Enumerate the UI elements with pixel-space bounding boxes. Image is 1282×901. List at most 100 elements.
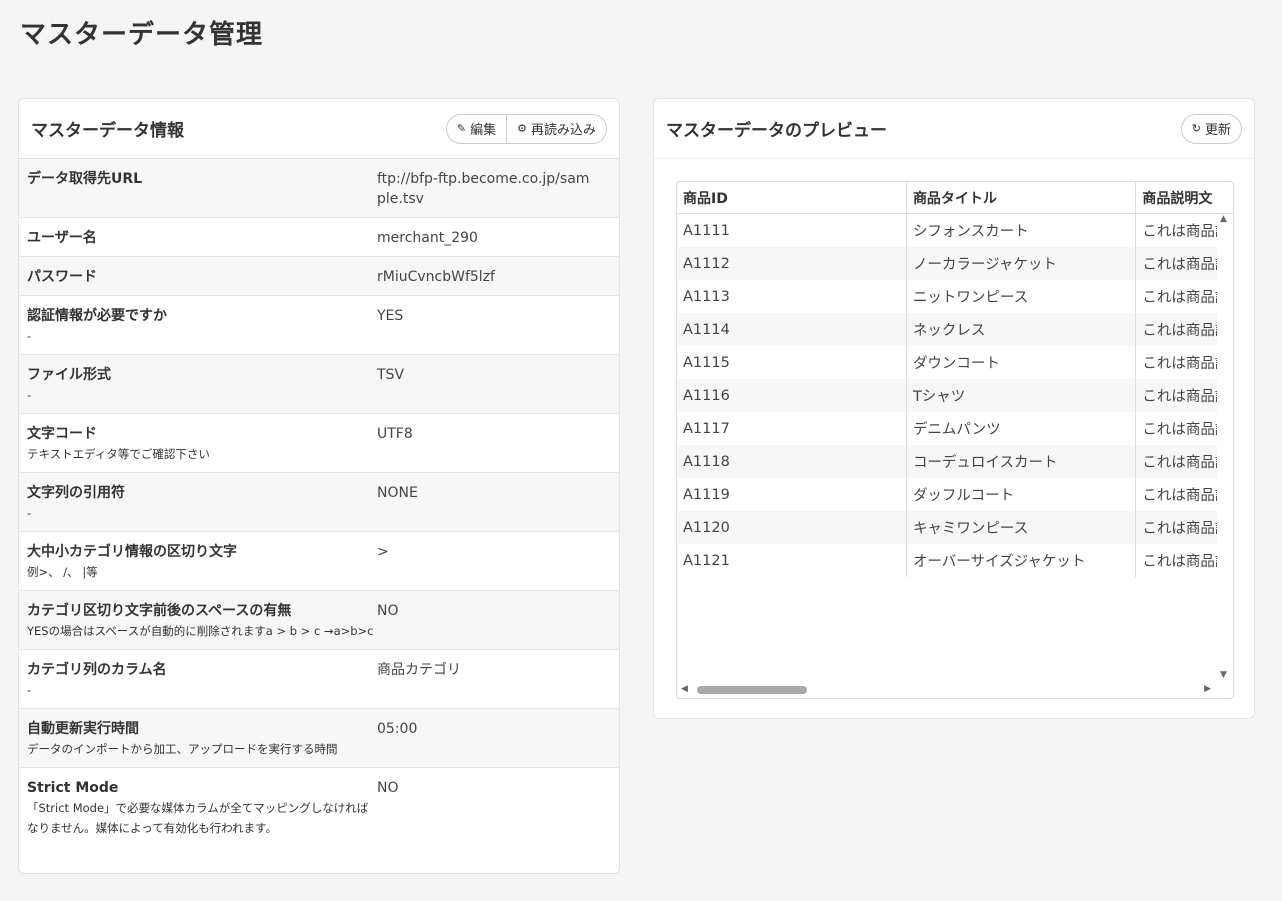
column-header[interactable]: 商品タイトル	[906, 182, 1137, 214]
info-key: 認証情報が必要ですか -	[27, 306, 377, 346]
info-row: カテゴリ区切り文字前後のスペースの有無 YESの場合はスペースが自動的に削除されま…	[19, 591, 619, 650]
info-value: ftp://bfp-ftp.become.co.jp/sample.tsv	[377, 171, 590, 207]
info-key: カテゴリ区切り文字前後のスペースの有無 YESの場合はスペースが自動的に削除されま…	[27, 601, 377, 641]
info-value: NO	[377, 780, 399, 796]
scroll-down-icon[interactable]: ▼	[1220, 670, 1227, 680]
info-value: UTF8	[377, 426, 413, 442]
table-cell: A1113	[677, 280, 907, 313]
edit-button[interactable]: ✎ 編集	[445, 113, 507, 144]
info-note: YESの場合はスペースが自動的に削除されますa > b > c →a>b>c	[27, 624, 374, 638]
edit-icon: ✎	[456, 122, 467, 135]
info-row: 認証情報が必要ですか - YES	[19, 296, 619, 355]
gear-icon: ⚙	[517, 122, 527, 135]
refresh-button-label: 更新	[1204, 123, 1231, 138]
info-key: データ取得先URL	[27, 169, 377, 209]
table-cell: A1114	[677, 313, 907, 346]
table-cell: コーデュロイスカート	[906, 445, 1137, 478]
table-row: A1111シフォンスカートこれは商品説明文です	[677, 213, 1233, 247]
info-button-group: ✎ 編集 ⚙ 再読み込み	[445, 113, 607, 144]
preview-panel-title: マスターデータのプレビュー	[666, 121, 887, 141]
table-cell: ダウンコート	[906, 346, 1137, 379]
table-cell: Tシャツ	[906, 379, 1137, 412]
edit-button-label: 編集	[470, 123, 497, 138]
info-value: NO	[377, 603, 399, 619]
info-label: データ取得先URL	[27, 171, 143, 187]
table-row: A1120キャミワンピースこれは商品説明文です	[677, 511, 1233, 544]
info-note: -	[27, 683, 32, 697]
info-list: データ取得先URL ftp://bfp-ftp.become.co.jp/samp…	[19, 159, 619, 846]
table-cell: キャミワンピース	[906, 511, 1137, 544]
scroll-right-icon[interactable]: ▶	[1204, 684, 1211, 694]
info-value: NONE	[377, 485, 418, 501]
column-header[interactable]: 商品説明文	[1135, 182, 1233, 214]
info-row: 自動更新実行時間 データのインポートから加工、アップロードを実行する時間 05:00	[19, 709, 619, 768]
info-note: 「Strict Mode」で必要な媒体カラムが全てマッピングしなければなりません…	[27, 801, 369, 835]
table-cell: A1116	[677, 379, 907, 412]
refresh-button[interactable]: ↻ 更新	[1180, 113, 1242, 144]
info-label: ファイル形式	[27, 367, 111, 383]
info-panel-title: マスターデータ情報	[31, 121, 184, 141]
info-label: 大中小カテゴリ情報の区切り文字	[27, 544, 237, 560]
scroll-left-icon[interactable]: ◀	[681, 684, 688, 694]
info-note: -	[27, 388, 32, 402]
scroll-up-icon[interactable]: ▲	[1220, 214, 1227, 224]
info-row: ユーザー名 merchant_290	[19, 218, 619, 257]
page-title: マスターデータ管理	[20, 20, 264, 50]
table-row: A1115ダウンコートこれは商品説明文です	[677, 346, 1233, 379]
preview-table-container[interactable]: 商品ID商品タイトル商品説明文 A1111シフォンスカートこれは商品説明文ですA…	[676, 181, 1234, 699]
info-row: 文字コード テキストエディタ等でご確認下さい UTF8	[19, 414, 619, 473]
info-label: 認証情報が必要ですか	[27, 308, 167, 324]
info-key: 大中小カテゴリ情報の区切り文字 例>、 /、 |等	[27, 542, 377, 582]
info-key: 文字列の引用符 -	[27, 483, 377, 523]
info-key: ファイル形式 -	[27, 365, 377, 405]
info-row: ファイル形式 - TSV	[19, 355, 619, 414]
info-label: パスワード	[27, 269, 97, 285]
info-row: 大中小カテゴリ情報の区切り文字 例>、 /、 |等 >	[19, 532, 619, 591]
info-label: カテゴリ区切り文字前後のスペースの有無	[27, 603, 292, 619]
info-label: カテゴリ列のカラム名	[27, 662, 167, 678]
horizontal-scrollbar[interactable]: ◀ ▶	[677, 682, 1231, 698]
horizontal-scroll-thumb[interactable]	[697, 686, 807, 694]
table-row: A1113ニットワンピースこれは商品説明文です	[677, 280, 1233, 313]
info-label: 文字列の引用符	[27, 485, 125, 501]
table-cell: オーバーサイズジャケット	[906, 544, 1137, 577]
table-cell: ダッフルコート	[906, 478, 1137, 511]
table-row: A1119ダッフルコートこれは商品説明文です	[677, 478, 1233, 511]
table-cell: A1115	[677, 346, 907, 379]
table-row: A1112ノーカラージャケットこれは商品説明文です	[677, 247, 1233, 280]
info-key: カテゴリ列のカラム名 -	[27, 660, 377, 700]
vertical-scrollbar[interactable]: ▲ ▼	[1217, 214, 1233, 680]
table-body: A1111シフォンスカートこれは商品説明文ですA1112ノーカラージャケットこれ…	[677, 213, 1233, 577]
info-value: YES	[377, 308, 404, 324]
info-key: 自動更新実行時間データのインポートから加工、アップロードを実行する時間	[27, 719, 377, 759]
info-note: データのインポートから加工、アップロードを実行する時間	[27, 742, 338, 756]
info-row: パスワード rMiuCvncbWf5lzf	[19, 257, 619, 296]
table-cell: デニムパンツ	[906, 412, 1137, 445]
info-row: 文字列の引用符 - NONE	[19, 473, 619, 532]
reload-button[interactable]: ⚙ 再読み込み	[506, 113, 607, 144]
info-note: 例>、 /、 |等	[27, 565, 98, 579]
info-key: パスワード	[27, 267, 377, 287]
table-cell: A1119	[677, 478, 907, 511]
info-value: >	[377, 544, 389, 560]
info-key: Strict Mode 「Strict Mode」で必要な媒体カラムが全てマッピン…	[27, 778, 377, 838]
info-note: -	[27, 506, 32, 520]
info-note: -	[27, 329, 32, 343]
table-cell: A1121	[677, 544, 907, 577]
reload-button-label: 再読み込み	[530, 123, 596, 138]
master-data-preview-panel: マスターデータのプレビュー ↻ 更新 商品ID 商品タイトル 商品説明文 A1111…	[653, 98, 1255, 719]
preview-table: 商品ID商品タイトル商品説明文 A1111シフォンスカートこれは商品説明文ですA…	[677, 182, 1233, 577]
table-header-row: 商品ID 商品タイトル 商品説明文	[677, 182, 1233, 214]
info-value: TSV	[377, 367, 405, 383]
info-label: 文字コード	[27, 426, 97, 442]
table-cell: A1112	[677, 247, 907, 280]
info-row: カテゴリ列のカラム名 - 商品カテゴリ	[19, 650, 619, 709]
table-cell: A1118	[677, 445, 907, 478]
preview-panel-header: マスターデータのプレビュー ↻ 更新	[654, 99, 1254, 159]
info-key: 文字コード テキストエディタ等でご確認下さい	[27, 424, 377, 464]
table-row: A1114ネックレスこれは商品説明文です	[677, 313, 1233, 346]
column-header[interactable]: 商品ID	[677, 182, 907, 214]
info-key: ユーザー名	[27, 228, 377, 248]
info-label: 自動更新実行時間	[27, 721, 139, 737]
table-cell: A1120	[677, 511, 907, 544]
